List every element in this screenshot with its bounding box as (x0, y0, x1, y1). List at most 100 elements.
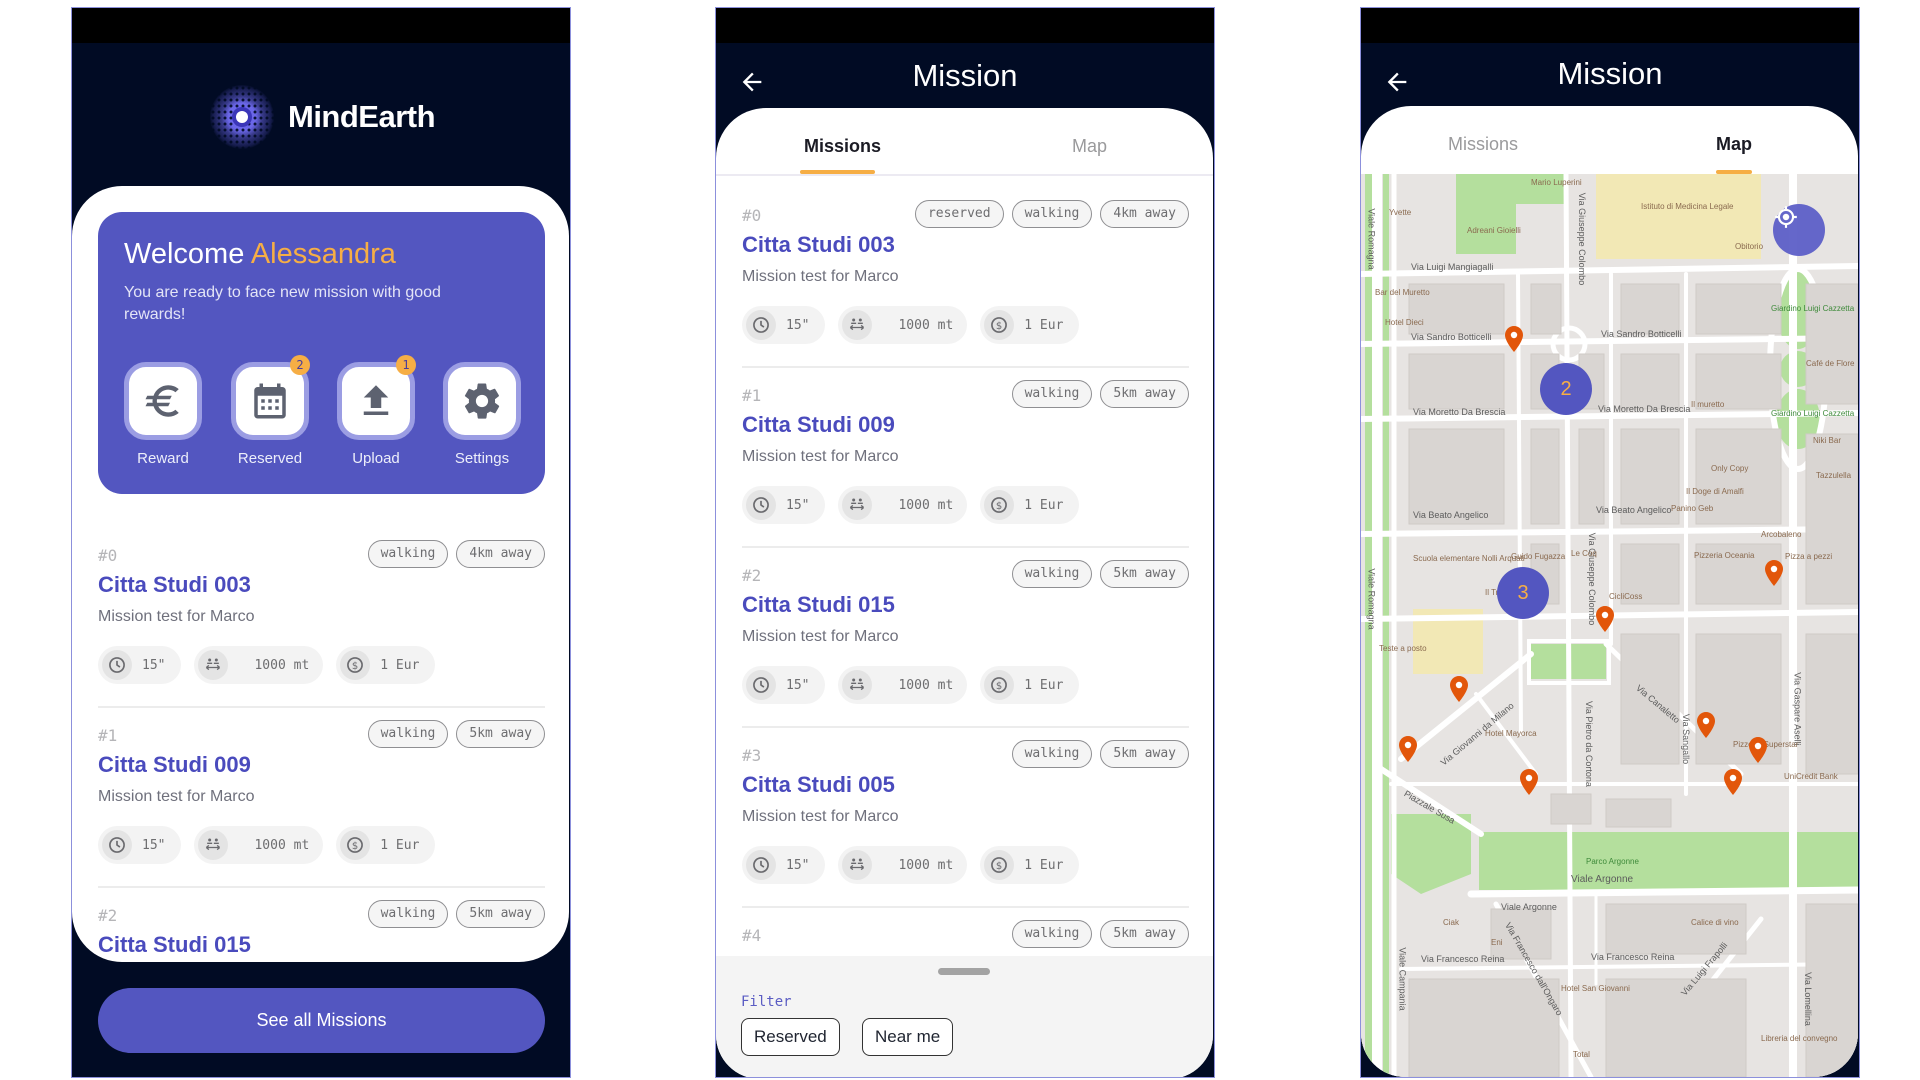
map-pin-icon[interactable] (1596, 606, 1614, 632)
distance-value: 1000 mt (254, 657, 310, 673)
reward-button[interactable]: Reward (124, 362, 202, 467)
map-pin-icon[interactable] (1399, 736, 1417, 762)
see-all-missions-button[interactable]: See all Missions (98, 988, 545, 1053)
filter-reserved-button[interactable]: Reserved (741, 1018, 840, 1056)
duration-chip: 15" (98, 826, 182, 864)
calendar-icon (254, 383, 286, 419)
tab-map[interactable]: Map (1072, 136, 1107, 157)
poi-label: Obitorio (1735, 242, 1764, 251)
mission-tag: 5km away (456, 720, 545, 748)
reward-chip: $1 Eur (980, 666, 1080, 704)
mission-title: Citta Studi 015 (98, 932, 251, 957)
street-label: Via Giuseppe Colombo (1577, 192, 1588, 286)
distance-chip: 1000 mt (838, 666, 968, 704)
street-label: Viale Romagna (1366, 208, 1377, 270)
locate-me-button[interactable] (1773, 204, 1825, 256)
filter-near-me-button[interactable]: Near me (862, 1018, 954, 1056)
map-cluster[interactable]: 2 (1540, 363, 1592, 415)
mission-title: Citta Studi 009 (98, 752, 251, 777)
upload-icon (363, 385, 389, 415)
poi-label: Le Coq (1571, 549, 1597, 558)
reward-chip: $1 Eur (980, 486, 1080, 524)
distance-icon (850, 498, 865, 511)
mission-tag: 5km away (1100, 380, 1189, 408)
poi-label: Pizza a pezzi (1785, 552, 1833, 561)
upload-button[interactable]: 1 Upload (337, 355, 416, 467)
poi-label: Eni (1491, 938, 1503, 947)
poi-label: Only Copy (1711, 464, 1749, 473)
reward-value: 1 Eur (1024, 497, 1064, 513)
reward-chip: $1 Eur (980, 306, 1080, 344)
duration-value: 15" (786, 497, 810, 513)
svg-text:$: $ (996, 681, 1002, 692)
map-pin-icon[interactable] (1505, 326, 1523, 352)
street-label: Via Sangallo (1681, 713, 1692, 765)
dollar-coin-icon: $ (347, 657, 364, 673)
map-pin-icon[interactable] (1724, 769, 1742, 795)
poi-label: Parco Argonne (1586, 857, 1639, 866)
mission-tags: walking 5km away (367, 900, 545, 928)
mission-tag: walking (367, 900, 449, 928)
poi-label: Yvette (1389, 208, 1412, 217)
dollar-coin-icon: $ (991, 317, 1008, 333)
map-pin-icon[interactable] (1697, 712, 1715, 738)
map-pin-icon[interactable] (1749, 737, 1767, 763)
poi-label: Adreani Gioielli (1467, 226, 1521, 235)
poi-label: Tazzulella (1816, 471, 1852, 480)
tab-missions[interactable]: Missions (1448, 134, 1518, 155)
street-label: Via Luigi Mangiagalli (1411, 262, 1494, 272)
mission-tag: walking (367, 720, 449, 748)
poi-label: Il Doge di Amalfi (1686, 487, 1744, 496)
brand-name: MindEarth (288, 99, 436, 134)
crosshair-icon (1775, 206, 1797, 228)
distance-value: 1000 mt (898, 317, 954, 333)
dollar-coin-icon: $ (991, 857, 1008, 873)
mission-tag: 4km away (456, 540, 545, 568)
mindearth-logo-icon (210, 85, 274, 149)
poi-label: Istituto di Medicina Legale (1641, 202, 1734, 211)
distance-icon (206, 838, 221, 851)
distance-value: 1000 mt (898, 857, 954, 873)
tab-missions[interactable]: Missions (804, 136, 881, 157)
mission-tag: 5km away (456, 900, 545, 928)
user-name: Alessandra (250, 238, 396, 270)
map-view[interactable]: Via Luigi Mangiagalli Via Sandro Bottice… (1361, 174, 1858, 1077)
mission-list[interactable]: #0 reserved walking 4km away Citta Studi 00… (716, 176, 1213, 956)
map-pin-icon[interactable] (1450, 676, 1468, 702)
mission-title: Citta Studi 003 (742, 232, 895, 257)
street-label: Via Sandro Botticelli (1601, 329, 1682, 339)
settings-button[interactable]: Settings (443, 362, 521, 467)
street-label: Via Francesco Reina (1591, 952, 1675, 962)
tab-map[interactable]: Map (1716, 134, 1752, 155)
clock-icon (753, 857, 769, 873)
map-sheet: Missions Map Via Luigi Mangiagalli Via S… (1361, 106, 1858, 1077)
mission-index: #2 (98, 906, 118, 925)
mission-tag: walking (367, 540, 449, 568)
map-pin-icon[interactable] (1520, 769, 1538, 795)
reward-value: 1 Eur (1024, 857, 1064, 873)
poi-label: Pizzeria Oceania (1694, 551, 1755, 560)
svg-text:$: $ (352, 841, 358, 852)
mission-subtitle: Mission test for Marco (98, 608, 255, 625)
divider (742, 366, 1189, 368)
map-cluster[interactable]: 3 (1497, 567, 1549, 619)
reward-chip: $1 Eur (336, 826, 436, 864)
settings-label: Settings (454, 450, 510, 467)
poi-label: Il muretto (1691, 400, 1725, 409)
drag-handle[interactable] (938, 968, 990, 975)
map-pin-icon[interactable] (1765, 560, 1783, 586)
duration-chip: 15" (742, 666, 826, 704)
poi-label: Guido Fugazza (1511, 552, 1566, 561)
welcome-prefix: Welcome (124, 238, 245, 270)
welcome-title: Welcome Alessandra (124, 238, 396, 271)
distance-value: 1000 mt (898, 677, 954, 693)
mission-subtitle: Mission test for Marco (742, 628, 899, 645)
duration-chip: 15" (98, 646, 182, 684)
mission-tags: walking 5km away (1011, 380, 1189, 408)
reserved-label: Reserved (237, 450, 303, 467)
reserved-button[interactable]: 2 Reserved (231, 355, 310, 467)
duration-value: 15" (786, 317, 810, 333)
mission-title: Citta Studi 015 (742, 592, 895, 617)
street-label: Via Gaspare Aselli (1792, 672, 1803, 746)
dollar-coin-icon: $ (991, 497, 1008, 513)
